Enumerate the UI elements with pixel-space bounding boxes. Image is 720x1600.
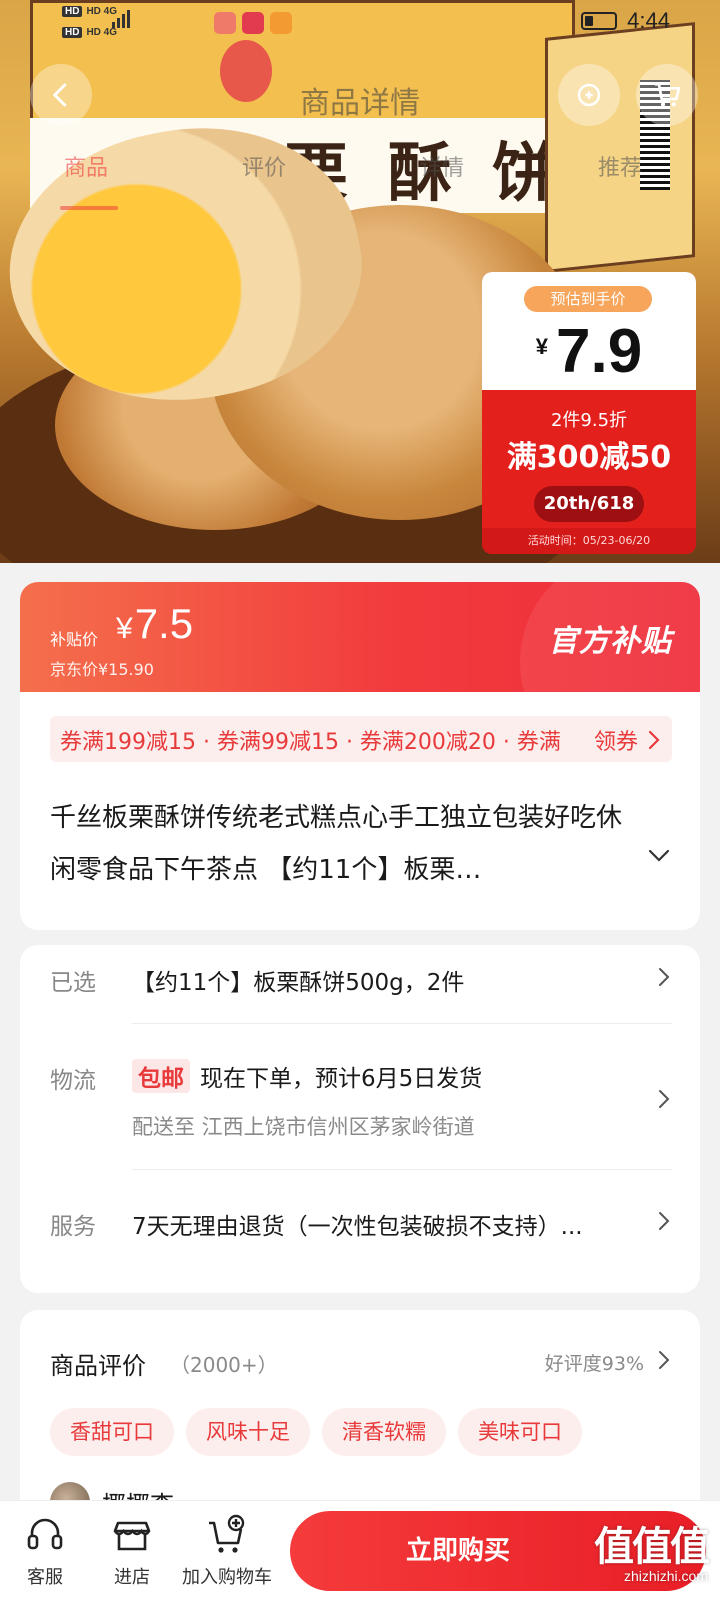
- promo-price: ¥7.9: [535, 317, 643, 386]
- store-icon: [113, 1521, 151, 1551]
- chevron-right-icon: [659, 1212, 670, 1230]
- product-detail-screen: 板栗酥饼 预估到手价 ¥7.9 2件9.5折 满300减50 20th/618 …: [0, 0, 720, 1600]
- notification-icons: [214, 12, 292, 34]
- network-indicator: HD HD 4G HD HD 4G: [62, 6, 117, 38]
- chevron-down-icon: [648, 849, 670, 862]
- promo-period: 活动时间：05/23-06/20: [482, 528, 696, 554]
- app-notification-icon: [214, 12, 236, 34]
- review-tag[interactable]: 风味十足: [186, 1408, 310, 1456]
- app-notification-icon: [242, 12, 264, 34]
- headset-icon: [27, 1518, 63, 1550]
- customer-service-button[interactable]: 客服: [0, 1513, 90, 1589]
- chevron-right-icon: [648, 730, 660, 750]
- product-title: 千丝板栗酥饼传统老式糕点心手工独立包装好吃休闲零食品下午茶点 【约11个】板栗…: [50, 803, 623, 885]
- tab-reviews[interactable]: 评价: [242, 150, 286, 182]
- active-tab-indicator: [60, 206, 118, 210]
- status-bar: HD HD 4G HD HD 4G 4:44: [0, 0, 720, 44]
- share-icon: [577, 83, 601, 107]
- add-to-cart-button[interactable]: 加入购物车: [182, 1513, 272, 1589]
- selected-label: 已选: [50, 970, 96, 996]
- review-tag[interactable]: 清香软糯: [322, 1408, 446, 1456]
- subsidy-price-banner: 补贴价 ¥7.5 京东价¥15.90 官方补贴: [20, 582, 700, 692]
- logistics-label: 物流: [50, 1068, 96, 1094]
- service-label: 服务: [50, 1214, 96, 1240]
- chevron-right-icon: [659, 1351, 670, 1369]
- official-subsidy-logo: 官方补贴: [548, 624, 672, 659]
- review-tags: 香甜可口 风味十足 清香软糯 美味可口: [50, 1408, 582, 1456]
- get-coupon-button[interactable]: 领券: [585, 724, 660, 756]
- spec-card: 已选 【约11个】板栗酥饼500g，2件 物流 包邮 现在下单，预计6月5日发货 …: [20, 945, 700, 1293]
- reviews-more-button[interactable]: [658, 1350, 670, 1374]
- promo-offer: 满300减50: [506, 440, 672, 475]
- add-cart-icon: [209, 1514, 245, 1553]
- expand-title-button[interactable]: [648, 848, 670, 867]
- battery-icon: [581, 12, 618, 30]
- cart-button[interactable]: [636, 64, 698, 126]
- section-tabs: 商品 评价 详情 推荐: [0, 150, 720, 210]
- estimated-price-label: 预估到手价: [524, 286, 652, 312]
- subsidy-price: ¥7.5: [116, 600, 194, 647]
- selected-value: 【约11个】板栗酥饼500g，2件: [132, 970, 465, 996]
- anniversary-badge: 20th/618: [534, 486, 644, 522]
- reviews-card: 商品评价 （2000+） 好评度93% 香甜可口 风味十足 清香软糯 美味可口 …: [20, 1310, 700, 1522]
- share-button[interactable]: [558, 64, 620, 126]
- tab-recommend[interactable]: 推荐: [598, 150, 642, 182]
- watermark-logo: 值值值 zhizhizhi.com: [594, 1523, 710, 1584]
- reviews-title: 商品评价: [50, 1352, 146, 1380]
- subsidy-price-label: 补贴价: [50, 630, 99, 649]
- cart-icon: [655, 83, 681, 107]
- store-button[interactable]: 进店: [87, 1513, 177, 1589]
- signal-icon: [112, 10, 130, 28]
- service-value: 7天无理由退货（一次性包装破损不支持）...: [132, 1214, 583, 1240]
- play-notification-icon: [270, 12, 292, 34]
- promo-price-tag: 预估到手价 ¥7.9 2件9.5折 满300减50 20th/618 活动时间：…: [482, 272, 696, 554]
- review-tag[interactable]: 香甜可口: [50, 1408, 174, 1456]
- chevron-right-icon: [659, 968, 670, 986]
- tab-product[interactable]: 商品: [64, 150, 108, 182]
- logistics-value: 包邮 现在下单，预计6月5日发货: [132, 1059, 482, 1093]
- coupon-bar[interactable]: 券满199减15 · 券满99减15 · 券满200减20 · 券满 领券: [50, 716, 672, 762]
- review-tag[interactable]: 美味可口: [458, 1408, 582, 1456]
- tab-details[interactable]: 详情: [420, 150, 464, 182]
- delivery-address: 配送至 江西上饶市信州区茅家岭街道: [132, 1115, 475, 1139]
- reviews-count: （2000+）: [170, 1353, 278, 1377]
- coupon-list: 券满199减15 · 券满99减15 · 券满200减20 · 券满: [60, 730, 561, 755]
- free-shipping-badge: 包邮: [132, 1059, 190, 1093]
- promo-discount: 2件9.5折: [550, 410, 628, 431]
- jd-price: 京东价¥15.90: [50, 660, 154, 679]
- clock: 4:44: [627, 8, 670, 33]
- positive-rate[interactable]: 好评度93%: [545, 1349, 644, 1376]
- product-info-card: 券满199减15 · 券满99减15 · 券满200减20 · 券满 领券 千丝…: [20, 692, 700, 930]
- chevron-right-icon: [659, 1090, 670, 1108]
